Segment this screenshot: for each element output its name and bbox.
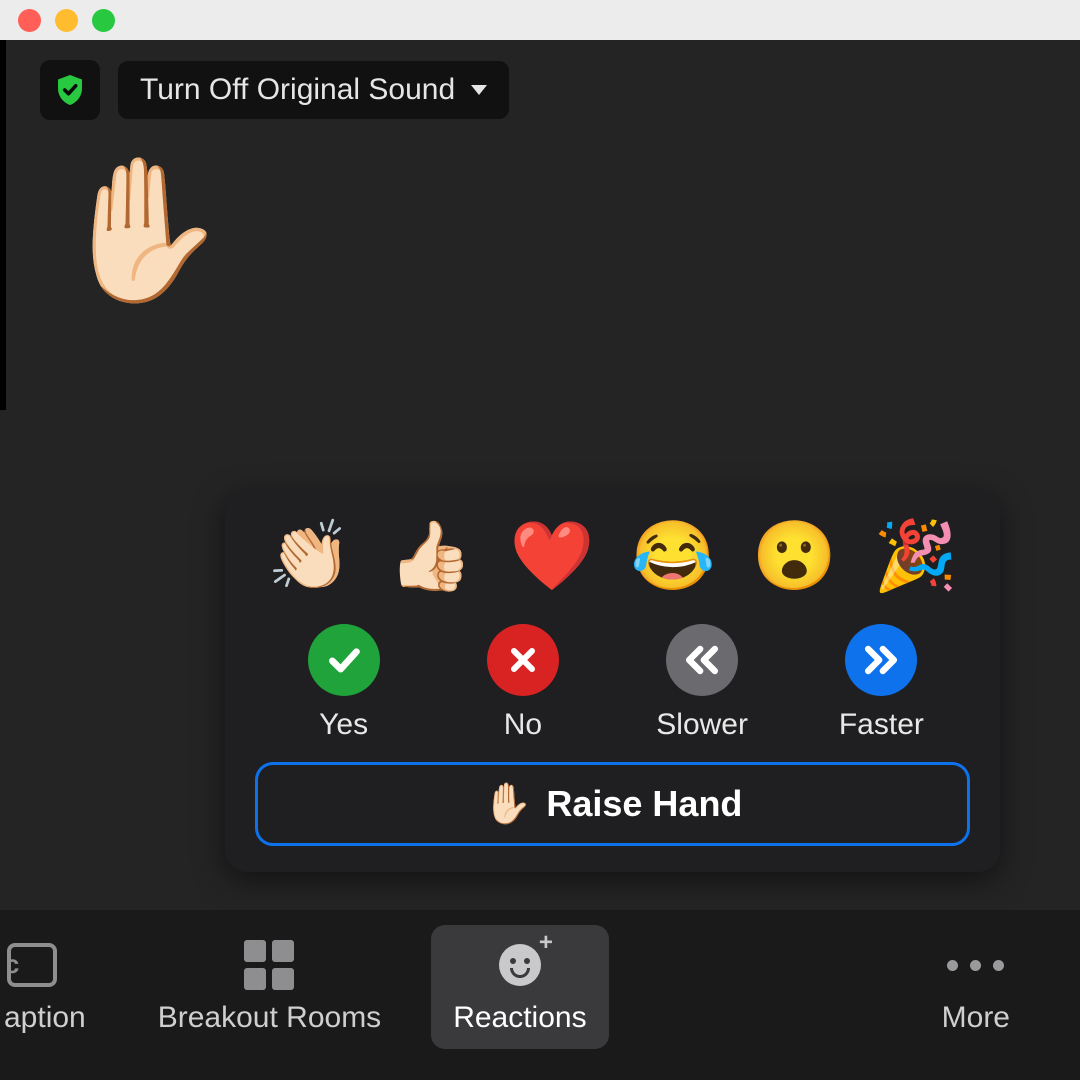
window-maximize-button[interactable] [92, 9, 115, 32]
original-sound-label: Turn Off Original Sound [140, 73, 455, 107]
more-icon [947, 939, 1004, 991]
toolbar-more-label: More [942, 1001, 1010, 1035]
toolbar-more[interactable]: More [920, 925, 1032, 1049]
toolbar-reactions[interactable]: + Reactions [431, 925, 608, 1049]
reaction-thumbs-up[interactable]: 👍🏻 [388, 522, 473, 590]
feedback-yes[interactable]: Yes [259, 624, 428, 742]
meeting-top-controls: Turn Off Original Sound [0, 40, 1080, 130]
reaction-clap[interactable]: 👏🏻 [267, 522, 352, 590]
toolbar-breakout-rooms[interactable]: Breakout Rooms [136, 925, 403, 1049]
raised-hand-overlay: ✋🏻 [55, 160, 229, 300]
reaction-heart[interactable]: ❤️ [510, 522, 595, 590]
emoji-reactions-row: 👏🏻 👍🏻 ❤️ 😂 😮 🎉 [255, 518, 970, 610]
window-close-button[interactable] [18, 9, 41, 32]
raise-hand-icon: ✋🏻 [483, 784, 533, 824]
reactions-icon: + [499, 939, 541, 991]
left-edge-strip [0, 40, 6, 410]
encryption-shield-button[interactable] [40, 60, 100, 120]
original-sound-toggle[interactable]: Turn Off Original Sound [118, 61, 509, 119]
toolbar-caption-label: aption [4, 1001, 86, 1035]
feedback-yes-label: Yes [319, 708, 368, 742]
feedback-slower-label: Slower [656, 708, 748, 742]
window-minimize-button[interactable] [55, 9, 78, 32]
toolbar-reactions-label: Reactions [453, 1001, 586, 1035]
nonverbal-feedback-row: Yes No Slower Faster [255, 610, 970, 762]
chevron-down-icon [471, 85, 487, 95]
reaction-joy[interactable]: 😂 [631, 522, 716, 590]
raise-hand-label: Raise Hand [546, 783, 742, 825]
feedback-faster[interactable]: Faster [797, 624, 966, 742]
reactions-popover: 👏🏻 👍🏻 ❤️ 😂 😮 🎉 Yes No Slower [225, 490, 1000, 872]
shield-check-icon [52, 72, 88, 108]
feedback-slower[interactable]: Slower [618, 624, 787, 742]
toolbar-caption[interactable]: c aption [0, 925, 108, 1049]
closed-caption-icon: c [33, 939, 57, 991]
feedback-faster-label: Faster [839, 708, 924, 742]
feedback-no[interactable]: No [438, 624, 607, 742]
raise-hand-button[interactable]: ✋🏻 Raise Hand [255, 762, 970, 846]
meeting-toolbar: c aption Breakout Rooms + [0, 910, 1080, 1080]
feedback-no-label: No [504, 708, 542, 742]
faster-icon [845, 624, 917, 696]
reaction-tada[interactable]: 🎉 [873, 522, 958, 590]
no-icon [487, 624, 559, 696]
plus-icon: + [539, 929, 553, 957]
slower-icon [666, 624, 738, 696]
breakout-rooms-icon [244, 939, 294, 991]
yes-icon [308, 624, 380, 696]
toolbar-breakout-label: Breakout Rooms [158, 1001, 381, 1035]
reaction-open-mouth[interactable]: 😮 [752, 522, 837, 590]
window-titlebar [0, 0, 1080, 40]
